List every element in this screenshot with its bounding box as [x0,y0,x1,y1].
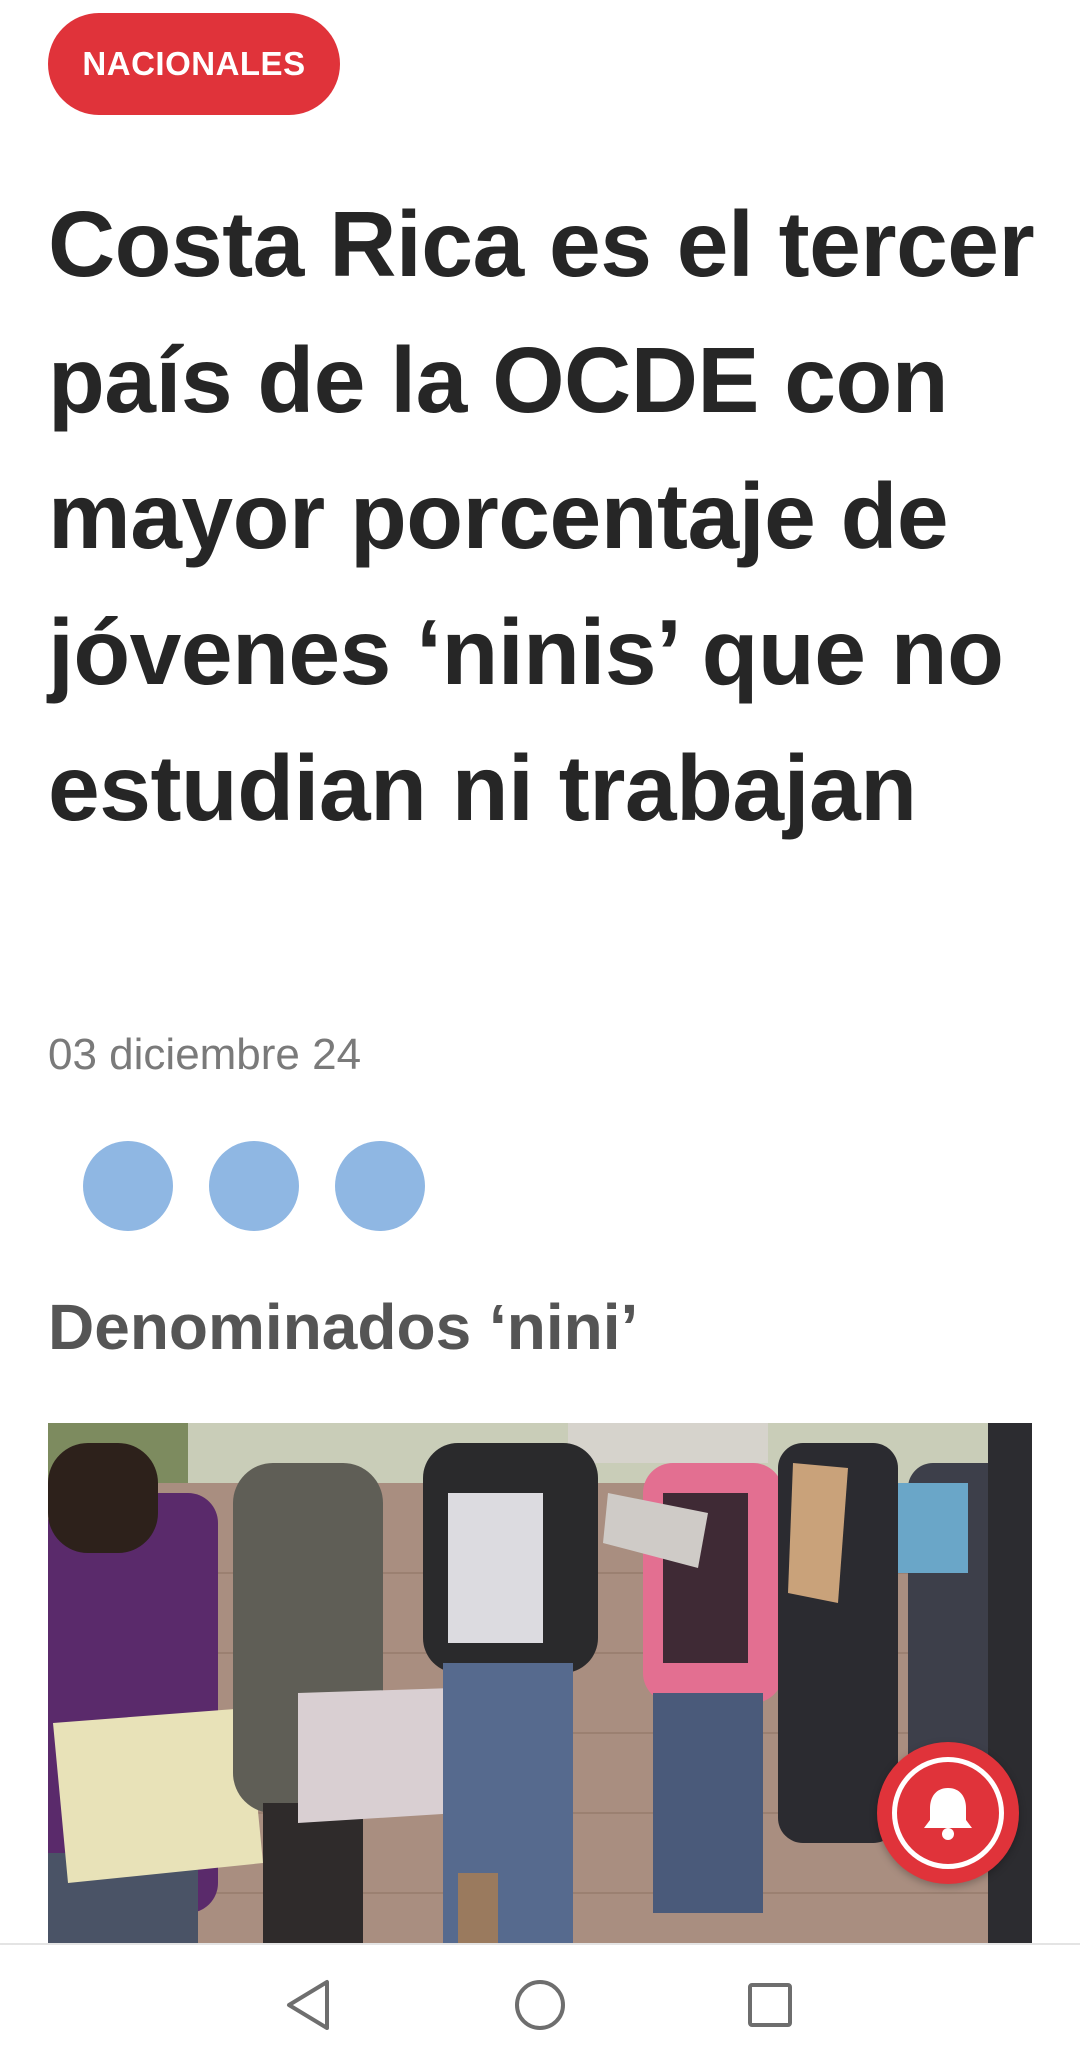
article-headline: Costa Rica es el tercer país de la OCDE … [48,192,1035,840]
nav-home-button[interactable] [510,1975,570,2035]
article-photo [48,1423,1032,1943]
home-circle-icon [515,1980,565,2030]
bell-ring [892,1757,1004,1869]
recents-square-icon [748,1983,792,2027]
article-page: NACIONALES Costa Rica es el tercer país … [0,0,1080,2067]
article-subheading: Denominados ‘nini’ [48,1291,639,1363]
back-triangle-icon [287,1980,329,2030]
nav-back-button[interactable] [279,1975,339,2035]
category-badge[interactable]: NACIONALES [48,13,340,115]
share-button-2[interactable] [209,1141,299,1231]
nav-recents-button[interactable] [740,1975,800,2035]
share-button-3[interactable] [335,1141,425,1231]
share-button-1[interactable] [83,1141,173,1231]
bell-icon [924,1788,972,1840]
system-navigation-bar [0,1943,1080,2067]
notification-bell-button[interactable] [877,1742,1019,1884]
share-buttons [83,1141,425,1231]
article-date: 03 diciembre 24 [48,1030,362,1079]
